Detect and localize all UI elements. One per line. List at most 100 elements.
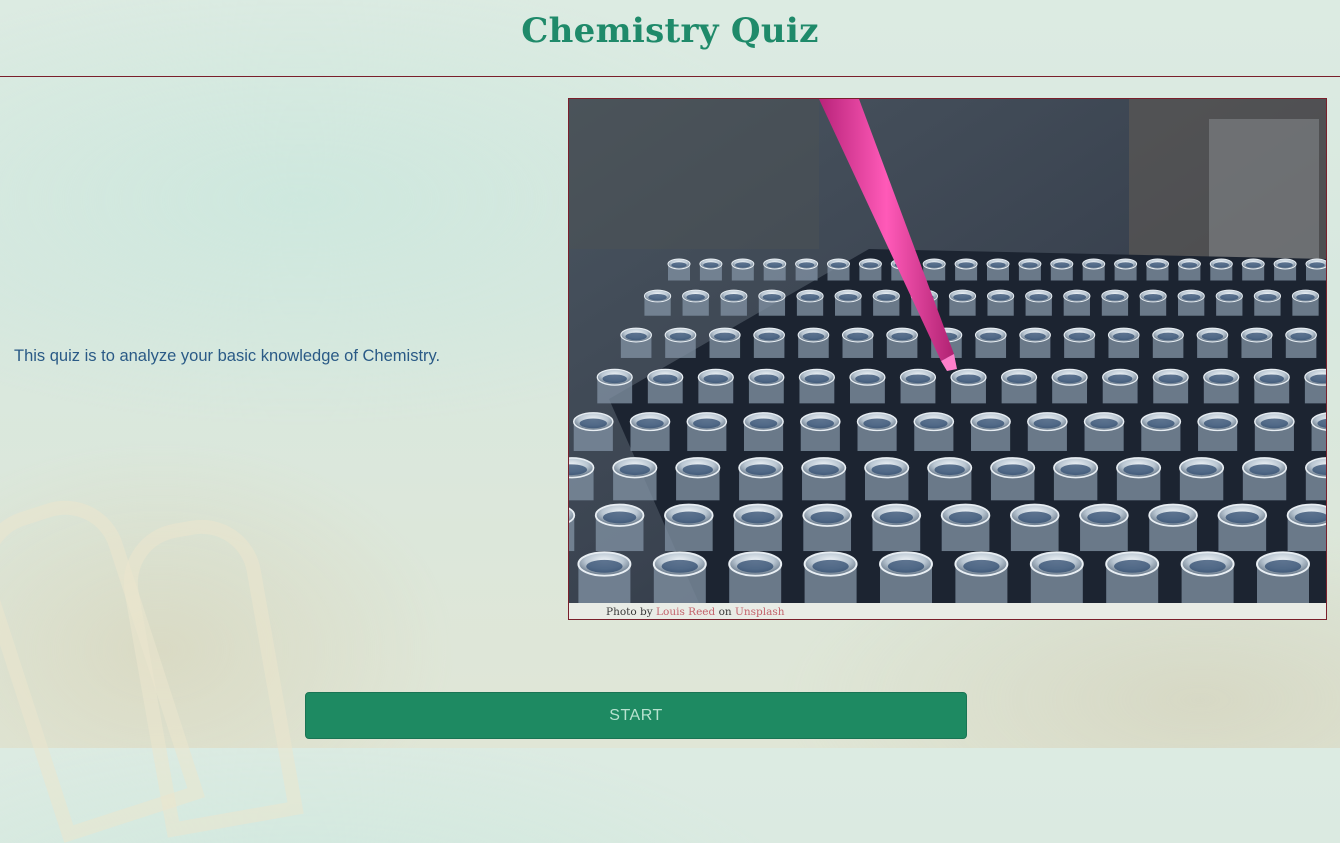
test-tube	[1253, 368, 1290, 404]
test-tube	[948, 289, 977, 316]
test-tube	[1114, 258, 1138, 281]
test-tube	[1240, 327, 1273, 358]
test-tube	[795, 258, 819, 281]
test-tube	[1305, 258, 1326, 281]
test-tube	[800, 412, 841, 451]
test-tube	[849, 368, 886, 404]
test-tube	[1102, 368, 1139, 404]
test-tube	[708, 327, 741, 358]
test-tube	[940, 503, 991, 552]
test-tube	[738, 457, 784, 501]
test-tube	[834, 289, 862, 316]
test-tube	[1082, 258, 1106, 281]
test-tube	[720, 289, 748, 316]
start-button[interactable]: START	[305, 692, 967, 739]
test-tube	[596, 368, 633, 404]
test-tube	[758, 289, 786, 316]
test-tube	[1009, 503, 1060, 552]
test-tube	[699, 258, 723, 281]
test-tube	[858, 258, 882, 281]
test-tube	[731, 258, 755, 281]
test-tube	[1025, 289, 1053, 316]
test-tube	[1179, 457, 1225, 501]
test-tube	[664, 327, 697, 358]
test-tube	[1217, 503, 1268, 552]
test-tube	[667, 258, 691, 281]
caption-middle: on	[718, 606, 732, 618]
photo-figure: Photo by Louis Reed on Unsplash	[568, 98, 1327, 620]
test-tube	[1197, 412, 1238, 451]
author-link[interactable]: Louis Reed	[656, 606, 715, 618]
test-tube	[682, 289, 710, 316]
test-tube	[647, 368, 684, 404]
test-tube	[1242, 457, 1288, 501]
test-tube	[743, 412, 784, 451]
test-tube	[1018, 258, 1042, 281]
test-tube	[1027, 412, 1068, 451]
test-tube	[1152, 368, 1189, 404]
test-tube	[1000, 368, 1038, 404]
test-tube	[1146, 258, 1169, 281]
test-tube	[1209, 258, 1233, 281]
test-tube	[1286, 503, 1326, 552]
test-tube	[899, 368, 937, 404]
test-tube	[801, 457, 847, 501]
test-tube	[950, 368, 987, 404]
test-tube	[763, 258, 787, 281]
test-tube	[1116, 457, 1162, 501]
test-tube	[886, 327, 918, 358]
test-tube	[872, 289, 900, 316]
test-tube	[1053, 457, 1099, 501]
test-tube	[1310, 412, 1326, 451]
test-tube	[1254, 412, 1295, 451]
test-tube	[1101, 289, 1129, 316]
test-tube	[697, 368, 734, 404]
test-tube	[1083, 412, 1125, 451]
test-tube	[1253, 289, 1282, 316]
photo-caption: Photo by Louis Reed on Unsplash	[606, 606, 785, 618]
test-tube	[629, 412, 671, 451]
test-tube	[569, 507, 576, 552]
test-tube	[733, 503, 783, 552]
test-tube	[796, 289, 824, 316]
test-tube	[1291, 289, 1320, 316]
test-tube	[986, 258, 1010, 281]
test-tube	[797, 327, 830, 358]
lab-photo-illustration	[569, 99, 1326, 603]
test-tube	[922, 258, 946, 281]
test-tube	[954, 551, 1009, 603]
test-tube	[577, 551, 632, 603]
test-tube	[1139, 289, 1167, 316]
test-tube	[927, 457, 973, 501]
test-tube	[1107, 327, 1140, 358]
test-tube	[748, 368, 785, 404]
test-tube	[1215, 289, 1243, 316]
test-tube	[1019, 327, 1051, 358]
test-tube	[1177, 289, 1205, 316]
test-tube	[970, 412, 1011, 451]
test-tube	[879, 551, 933, 603]
test-tube	[1203, 368, 1240, 404]
test-tube	[990, 457, 1036, 501]
test-tube	[1256, 551, 1310, 603]
test-tube	[572, 412, 614, 451]
unsplash-link[interactable]: Unsplash	[735, 606, 785, 618]
test-tube	[1051, 368, 1088, 404]
test-tube	[1148, 503, 1198, 552]
test-tube	[798, 368, 835, 404]
test-tube	[986, 289, 1015, 316]
test-tube	[864, 457, 910, 501]
test-tube	[954, 258, 978, 281]
test-tube	[1105, 551, 1160, 603]
test-tube	[841, 327, 874, 358]
intro-text: This quiz is to analyze your basic knowl…	[14, 347, 441, 365]
test-tube	[1304, 368, 1326, 404]
test-tube	[1063, 289, 1091, 316]
test-tube	[686, 412, 728, 451]
test-tube	[569, 457, 595, 501]
test-tube	[664, 503, 714, 552]
test-tube	[974, 327, 1007, 358]
test-tube	[652, 551, 707, 603]
page-title: Chemistry Quiz	[521, 11, 819, 51]
test-tube	[1304, 457, 1326, 501]
